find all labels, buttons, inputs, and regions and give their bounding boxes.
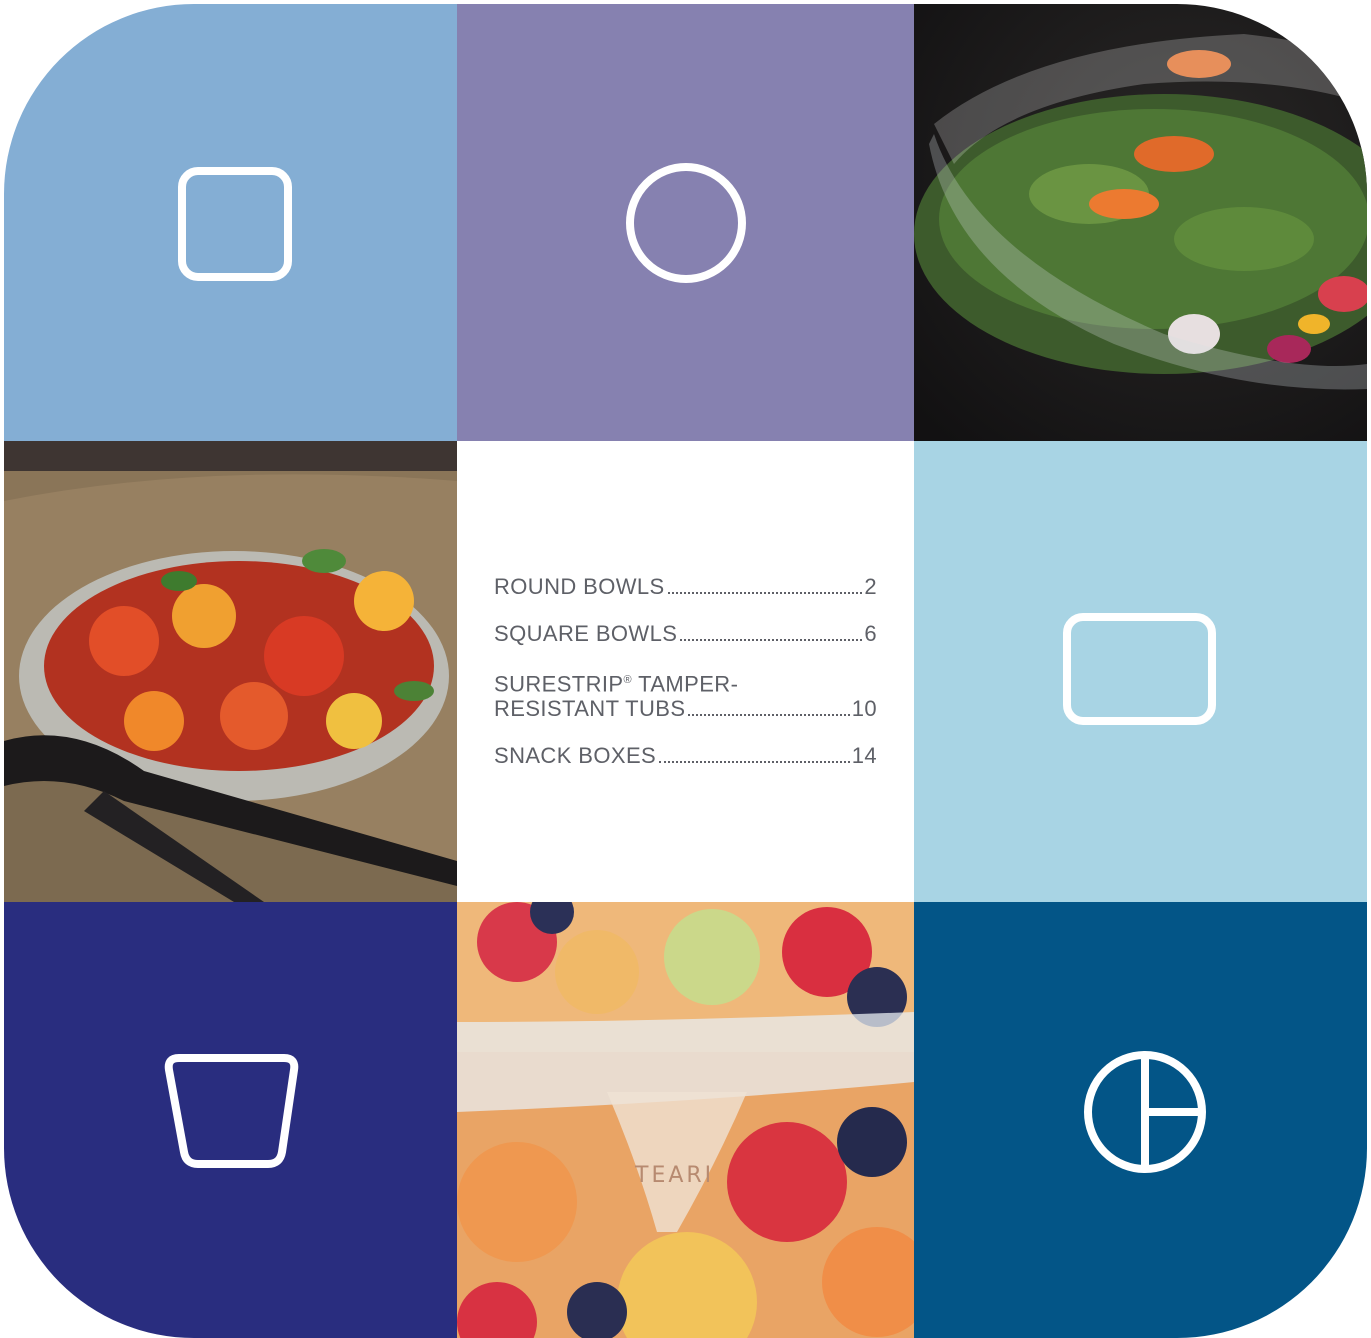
toc-leader-dots: [688, 714, 850, 717]
snack-boxes-tile[interactable]: [914, 902, 1367, 1338]
square-bowl-icon: [178, 167, 292, 281]
toc-leader-dots: [680, 639, 863, 641]
toc-square-bowls[interactable]: SQUARE BOWLS 6: [494, 621, 877, 647]
tapered-cup-icon: [164, 1054, 299, 1168]
toc-label-line1: SURESTRIP® TAMPER-: [494, 671, 739, 697]
rectangle-tub-icon: [1063, 613, 1216, 725]
toc-label: ROUND BOWLS: [494, 574, 665, 599]
lid-tab-text: TEARI: [634, 1163, 714, 1188]
tomato-salad-bowl-photo: [4, 441, 457, 902]
catalog-cover-grid: ROUND BOWLS 2 SQUARE BOWLS 6 SURESTRIP® …: [4, 4, 1367, 1338]
toc-page-number: 14: [851, 743, 877, 769]
toc-leader-dots: [659, 761, 850, 764]
toc-snack-boxes[interactable]: SNACK BOXES 14: [494, 743, 877, 769]
toc-label-line2: RESISTANT TUBS: [494, 696, 686, 722]
toc-page-number: 10: [851, 696, 877, 722]
square-bowls-tile[interactable]: [4, 4, 457, 441]
round-bowls-tile[interactable]: [457, 4, 914, 441]
table-of-contents: ROUND BOWLS 2 SQUARE BOWLS 6 SURESTRIP® …: [457, 441, 914, 902]
fruit-salad-container-photo: TEARI: [457, 902, 914, 1338]
toc-page-number: 2: [864, 574, 877, 599]
registered-mark: ®: [623, 674, 633, 686]
green-salad-bowl-photo: [914, 4, 1367, 441]
toc-page-number: 6: [864, 621, 877, 646]
toc-surestrip-tubs[interactable]: SURESTRIP® TAMPER- RESISTANT TUBS 10: [494, 668, 877, 722]
cups-tile[interactable]: [4, 902, 457, 1338]
divided-round-container-icon: [1084, 1051, 1206, 1173]
toc-label: SQUARE BOWLS: [494, 621, 678, 646]
round-bowl-icon: [626, 163, 746, 283]
toc-leader-dots: [667, 592, 863, 594]
toc-round-bowls[interactable]: ROUND BOWLS 2: [494, 574, 877, 600]
toc-label: SNACK BOXES: [494, 743, 657, 769]
tamper-resistant-tubs-tile[interactable]: [914, 441, 1367, 902]
